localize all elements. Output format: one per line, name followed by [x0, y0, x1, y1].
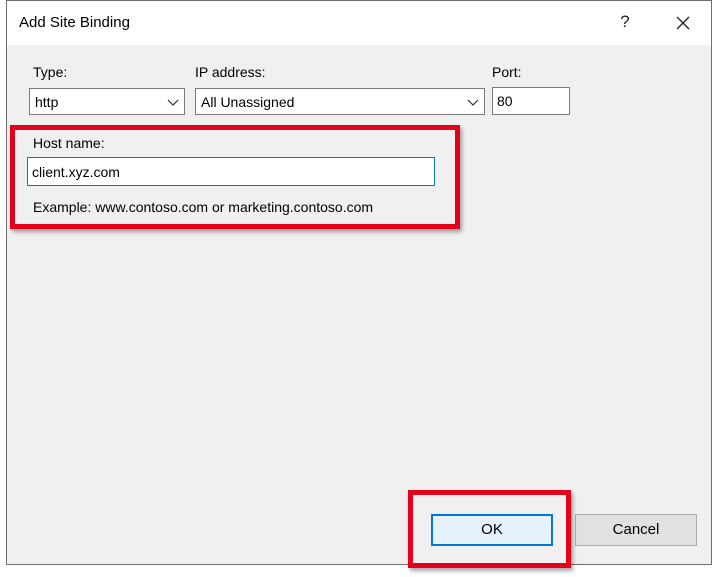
type-label: Type: — [33, 64, 68, 80]
port-label: Port: — [492, 64, 522, 80]
host-name-label: Host name: — [33, 135, 105, 151]
add-site-binding-dialog: Add Site Binding ? Type: http IP address… — [6, 0, 712, 568]
type-select[interactable]: http — [29, 88, 185, 115]
dialog-title: Add Site Binding — [19, 14, 130, 31]
chevron-down-icon — [167, 99, 179, 106]
title-bar: Add Site Binding ? — [7, 1, 711, 45]
help-icon[interactable]: ? — [615, 11, 635, 33]
close-icon[interactable] — [671, 11, 695, 35]
ip-address-select[interactable]: All Unassigned — [195, 88, 485, 115]
ok-button[interactable]: OK — [431, 514, 553, 546]
cancel-button[interactable]: Cancel — [575, 514, 697, 546]
ip-address-select-value: All Unassigned — [201, 94, 295, 110]
type-select-value: http — [35, 94, 59, 110]
port-input[interactable] — [492, 87, 570, 115]
chevron-down-icon — [467, 99, 479, 106]
host-name-input[interactable] — [27, 157, 435, 186]
host-name-example: Example: www.contoso.com or marketing.co… — [33, 199, 374, 215]
ip-address-label: IP address: — [195, 64, 266, 80]
